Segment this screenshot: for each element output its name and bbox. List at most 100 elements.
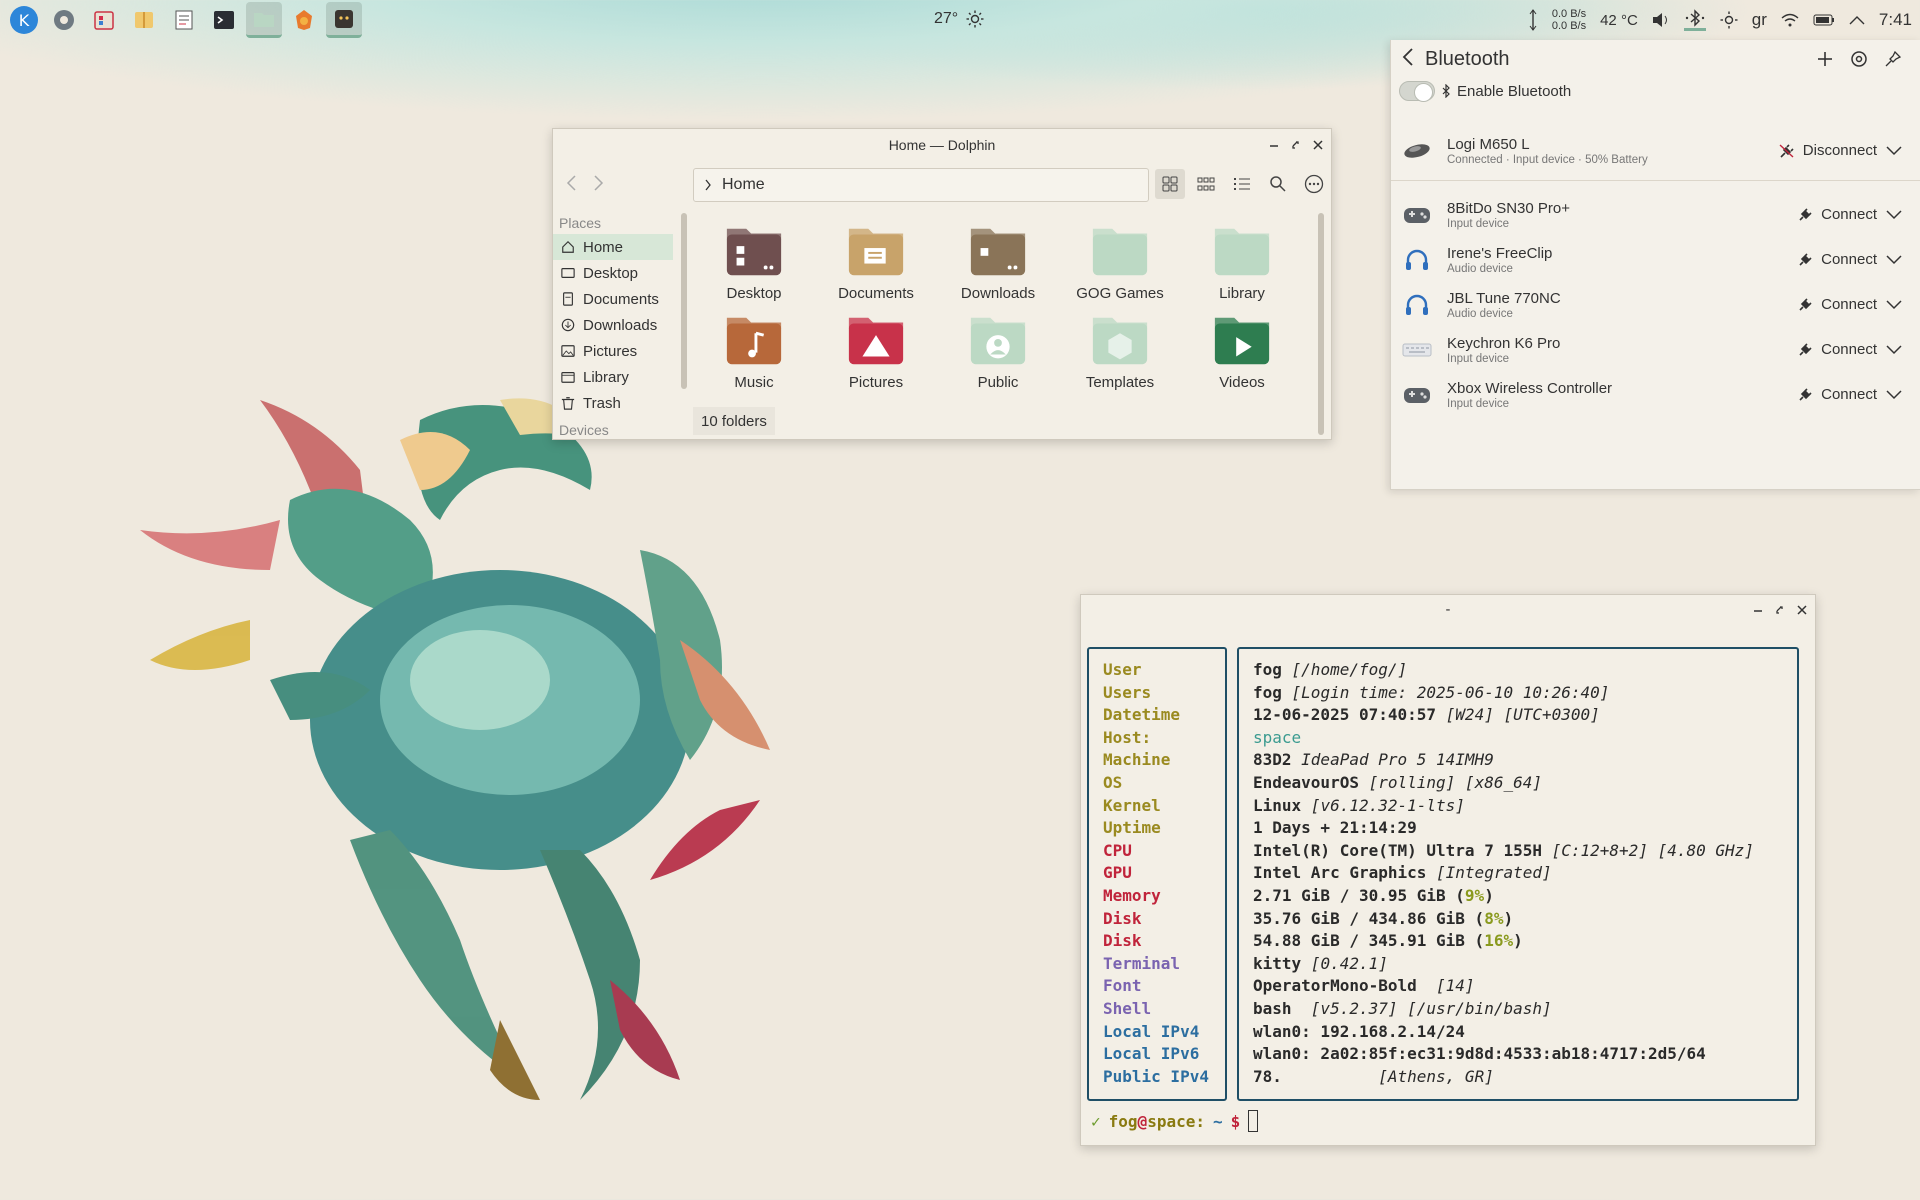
bluetooth-device-row[interactable]: Xbox Wireless Controller Input device Conn… xyxy=(1391,372,1920,417)
expand-device-button[interactable] xyxy=(1877,344,1911,355)
breadcrumb-home[interactable]: Home xyxy=(722,176,765,194)
back-arrow-icon[interactable] xyxy=(1401,47,1415,72)
expand-device-button[interactable] xyxy=(1877,145,1911,156)
chevron-up-icon[interactable] xyxy=(1849,15,1865,25)
bluetooth-device-row[interactable]: JBL Tune 770NC Audio device Connect xyxy=(1391,282,1920,327)
bluetooth-device-row[interactable]: Keychron K6 Pro Input device Connect xyxy=(1391,327,1920,372)
folder-item[interactable]: Templates xyxy=(1059,308,1181,391)
terminal-launcher[interactable] xyxy=(206,2,242,38)
folder-item[interactable]: Public xyxy=(937,308,1059,391)
expand-device-button[interactable] xyxy=(1877,209,1911,220)
shell-prompt[interactable]: ✓ fog@space: ~ $ xyxy=(1091,1107,1259,1135)
connect-button[interactable]: Connect xyxy=(1797,251,1877,268)
close-button[interactable] xyxy=(1313,138,1323,153)
disconnect-button[interactable]: Disconnect xyxy=(1779,142,1877,159)
compact-view-button[interactable] xyxy=(1191,169,1221,199)
folder-item[interactable]: Downloads xyxy=(937,219,1059,302)
folder-item[interactable]: Videos xyxy=(1181,308,1303,391)
fetch-value: wlan0: 2a02:85f:ec31:9d8d:4533:ab18:4717… xyxy=(1253,1044,1706,1064)
add-device-button[interactable] xyxy=(1808,51,1842,67)
configure-bluetooth-button[interactable] xyxy=(1842,50,1876,68)
bluetooth-device-row[interactable]: 8BitDo SN30 Pro+ Input device Connect xyxy=(1391,192,1920,237)
pin-popup-button[interactable] xyxy=(1876,51,1910,67)
places-item-trash[interactable]: Trash xyxy=(553,390,675,416)
fetch-value: fog xyxy=(1253,660,1282,679)
battery-icon[interactable] xyxy=(1813,14,1835,26)
expand-device-button[interactable] xyxy=(1877,299,1911,310)
places-item-desktop[interactable]: Desktop xyxy=(553,260,675,286)
browser-icon xyxy=(296,10,312,30)
wifi-icon[interactable] xyxy=(1781,13,1799,27)
expand-device-button[interactable] xyxy=(1877,254,1911,265)
connect-button[interactable]: Connect xyxy=(1797,341,1877,358)
terminal-titlebar[interactable]: - xyxy=(1081,595,1815,625)
dolphin-titlebar[interactable]: Home — Dolphin xyxy=(553,129,1331,161)
back-button[interactable] xyxy=(565,174,591,197)
maximize-button[interactable] xyxy=(1775,604,1785,619)
places-item-documents[interactable]: Documents xyxy=(553,286,675,312)
device-action-label: Connect xyxy=(1821,296,1877,313)
maximize-button[interactable] xyxy=(1291,138,1301,153)
minimize-button[interactable] xyxy=(1753,604,1763,619)
connect-button[interactable]: Connect xyxy=(1797,296,1877,313)
connect-button[interactable]: Connect xyxy=(1797,206,1877,223)
search-button[interactable] xyxy=(1263,169,1293,199)
cat-terminal-icon xyxy=(335,9,353,28)
weather-widget[interactable]: 27° xyxy=(934,10,984,28)
app-launcher-button[interactable]: K xyxy=(6,2,42,38)
folder-item[interactable]: Documents xyxy=(815,219,937,302)
volume-icon[interactable] xyxy=(1652,12,1670,28)
bluetooth-device-row[interactable]: Irene's FreeClip Audio device Connect xyxy=(1391,237,1920,282)
minimize-button[interactable] xyxy=(1269,138,1279,153)
plug-icon xyxy=(1799,342,1812,356)
bluetooth-tray-icon[interactable] xyxy=(1683,9,1706,31)
list-icon xyxy=(1234,178,1250,190)
device-info: Logi M650 L Connected · Input device · 50… xyxy=(1447,136,1779,166)
places-item-pictures[interactable]: Pictures xyxy=(553,338,675,364)
file-manager-launcher[interactable] xyxy=(126,2,162,38)
app-store-launcher[interactable] xyxy=(86,2,122,38)
clock[interactable]: 7:41 xyxy=(1879,10,1912,30)
chevron-right-icon xyxy=(705,179,711,191)
location-bar[interactable]: Home xyxy=(693,168,1149,202)
fetch-value-row: space xyxy=(1239,727,1797,750)
details-view-button[interactable] xyxy=(1227,169,1257,199)
cpu-temperature[interactable]: 42 °C xyxy=(1600,12,1638,29)
folder-item[interactable]: Library xyxy=(1181,219,1303,302)
close-button[interactable] xyxy=(1797,604,1807,619)
fetch-detail: [Integrated] xyxy=(1426,863,1552,883)
places-item-library[interactable]: Library xyxy=(553,364,675,390)
keyboard-layout[interactable]: gr xyxy=(1752,10,1767,30)
expand-device-button[interactable] xyxy=(1877,389,1911,400)
file-view-scrollbar[interactable] xyxy=(1318,213,1324,435)
fetch-detail: [C:12+8+2] [4.80 GHz] xyxy=(1541,840,1754,860)
forward-button[interactable] xyxy=(591,174,617,197)
enable-bluetooth-toggle[interactable] xyxy=(1399,81,1435,102)
bluetooth-device-row[interactable]: Logi M650 L Connected · Input device · 50… xyxy=(1391,128,1920,173)
folder-item[interactable]: GOG Games xyxy=(1059,219,1181,302)
places-item-home[interactable]: Home xyxy=(553,234,673,260)
folder-item[interactable]: Music xyxy=(693,308,815,391)
library-icon xyxy=(561,372,575,383)
firefox-launcher[interactable] xyxy=(286,2,322,38)
menu-button[interactable] xyxy=(1299,169,1329,199)
plus-icon xyxy=(1818,52,1832,66)
dolphin-task[interactable] xyxy=(246,2,282,38)
places-scrollbar[interactable] xyxy=(681,213,687,389)
device-action-label: Connect xyxy=(1821,386,1877,403)
terminal-task[interactable] xyxy=(326,2,362,38)
plug-icon xyxy=(1799,387,1812,401)
text-editor-launcher[interactable] xyxy=(166,2,202,38)
places-item-label: Downloads xyxy=(583,316,658,334)
places-item-downloads[interactable]: Downloads xyxy=(553,312,675,338)
enable-bluetooth-row[interactable]: Enable Bluetooth xyxy=(1391,78,1920,104)
folder-item[interactable]: Pictures xyxy=(815,308,937,391)
trash-icon xyxy=(561,397,575,410)
network-speed[interactable]: 0.0 B/s 0.0 B/s xyxy=(1552,8,1586,32)
brightness-icon[interactable] xyxy=(1720,11,1738,29)
connect-button[interactable]: Connect xyxy=(1797,386,1877,403)
system-settings-launcher[interactable] xyxy=(46,2,82,38)
fetch-value: Linux xyxy=(1253,795,1302,815)
folder-item[interactable]: Desktop xyxy=(693,219,815,302)
icons-view-button[interactable] xyxy=(1155,169,1185,199)
